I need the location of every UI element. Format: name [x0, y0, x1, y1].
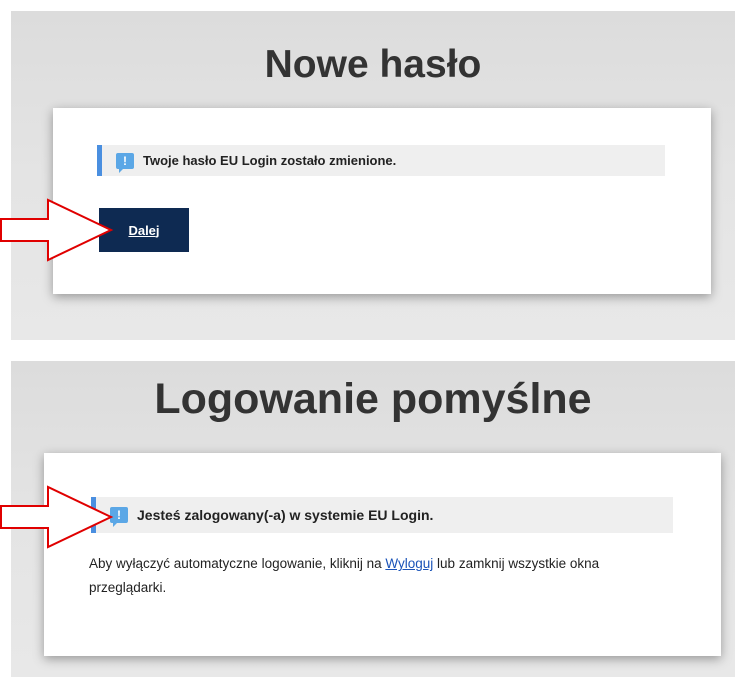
info-message-text: Twoje hasło EU Login zostało zmienione. — [143, 153, 397, 168]
info-message-text: Jesteś zalogowany(-a) w systemie EU Logi… — [137, 507, 434, 523]
info-message: Jesteś zalogowany(-a) w systemie EU Logi… — [91, 497, 673, 533]
info-message: Twoje hasło EU Login zostało zmienione. — [97, 145, 665, 176]
login-success-panel: Logowanie pomyślne Jesteś zalogowany(-a)… — [11, 361, 735, 677]
info-icon — [116, 152, 134, 173]
login-success-card: Jesteś zalogowany(-a) w systemie EU Logi… — [44, 453, 721, 656]
instructions-text-start: Aby wyłączyć automatyczne logowanie, kli… — [89, 556, 386, 571]
arrow-pointer-icon — [0, 198, 114, 262]
page-title: Logowanie pomyślne — [154, 375, 592, 423]
page-title: Nowe hasło — [264, 43, 482, 86]
logout-instructions: Aby wyłączyć automatyczne logowanie, kli… — [89, 552, 649, 600]
password-changed-card: Twoje hasło EU Login zostało zmienione. … — [53, 108, 711, 294]
arrow-pointer-icon — [0, 485, 114, 549]
password-changed-panel: Nowe hasło Twoje hasło EU Login zostało … — [11, 11, 735, 340]
logout-link[interactable]: Wyloguj — [385, 556, 433, 571]
info-icon — [110, 507, 128, 527]
